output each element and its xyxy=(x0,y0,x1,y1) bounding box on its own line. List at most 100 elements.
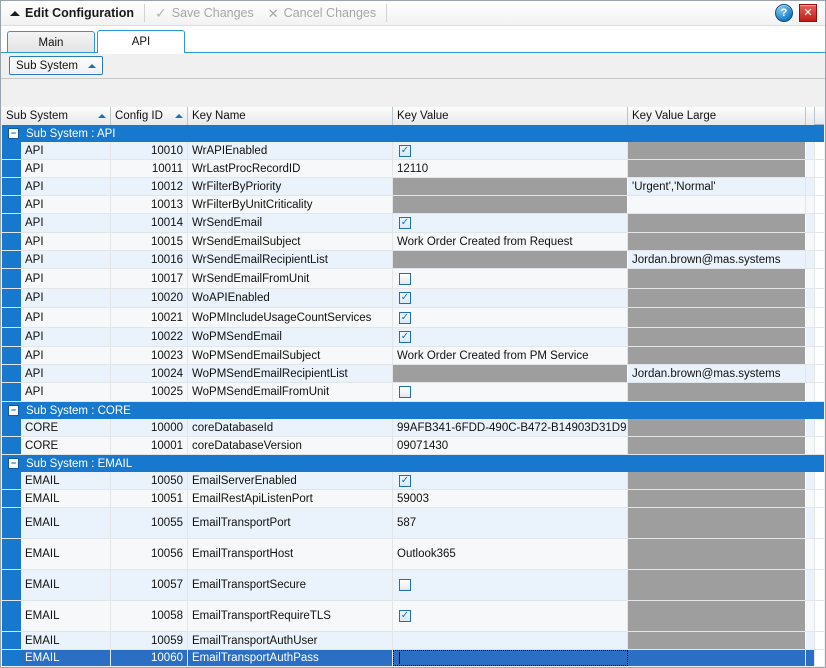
cell-key-name[interactable]: WrFilterByPriority xyxy=(188,178,393,195)
cell-sub-system[interactable]: API xyxy=(21,308,111,327)
cell-filler[interactable] xyxy=(806,347,815,364)
sort-ascending-icon[interactable] xyxy=(88,63,96,68)
cell-filler[interactable] xyxy=(806,601,815,631)
table-row[interactable]: API 10025 WoPMSendEmailFromUnit xyxy=(2,383,824,402)
collapse-expander-icon[interactable]: − xyxy=(8,458,19,469)
checkbox-checked-icon[interactable]: ✓ xyxy=(399,144,411,157)
cell-config-id[interactable]: 10015 xyxy=(111,233,188,250)
table-row[interactable]: API 10012 WrFilterByPriority 'Urgent','Norm… xyxy=(2,178,824,196)
sort-ascending-icon[interactable] xyxy=(175,114,183,118)
table-row[interactable]: API 10014 WrSendEmail ✓ xyxy=(2,214,824,233)
cell-key-name[interactable]: EmailTransportRequireTLS xyxy=(188,601,393,631)
cell-key-value-large[interactable]: Jordan.brown@mas.systems xyxy=(628,365,806,382)
column-header-key-name[interactable]: Key Name xyxy=(188,107,393,125)
cell-key-name[interactable]: WoPMSendEmailFromUnit xyxy=(188,383,393,401)
cell-key-value[interactable]: 59003 xyxy=(393,490,628,507)
table-row[interactable]: API 10024 WoPMSendEmailRecipientList Jordan… xyxy=(2,365,824,383)
table-row[interactable]: API 10023 WoPMSendEmailSubject Work Order C… xyxy=(2,347,824,365)
group-by-chip-sub-system[interactable]: Sub System xyxy=(9,56,103,75)
cell-config-id[interactable]: 10021 xyxy=(111,308,188,327)
checkbox-unchecked-icon[interactable] xyxy=(399,272,411,285)
table-row[interactable]: EMAIL 10057 EmailTransportSecure xyxy=(2,570,824,601)
cell-filler[interactable] xyxy=(806,419,815,436)
cell-config-id[interactable]: 10057 xyxy=(111,570,188,600)
cell-sub-system[interactable]: API xyxy=(21,178,111,195)
table-row[interactable]: EMAIL 10060 EmailTransportAuthPass xyxy=(2,650,824,666)
cell-config-id[interactable]: 10059 xyxy=(111,632,188,649)
table-row[interactable]: API 10017 WrSendEmailFromUnit xyxy=(2,269,824,289)
cell-config-id[interactable]: 10056 xyxy=(111,539,188,569)
cell-key-name[interactable]: coreDatabaseId xyxy=(188,419,393,436)
cell-key-value[interactable]: Work Order Created from PM Service xyxy=(393,347,628,364)
cell-config-id[interactable]: 10017 xyxy=(111,269,188,288)
cell-config-id[interactable]: 10010 xyxy=(111,142,188,159)
cell-config-id[interactable]: 10025 xyxy=(111,383,188,401)
table-row[interactable]: EMAIL 10058 EmailTransportRequireTLS ✓ xyxy=(2,601,824,632)
cell-sub-system[interactable]: CORE xyxy=(21,419,111,436)
cell-key-value-large[interactable] xyxy=(628,437,806,454)
cell-sub-system[interactable]: API xyxy=(21,142,111,159)
cell-sub-system[interactable]: API xyxy=(21,383,111,401)
column-header-config-id[interactable]: Config ID xyxy=(111,107,188,125)
cell-config-id[interactable]: 10060 xyxy=(111,650,188,666)
cell-key-name[interactable]: WrAPIEnabled xyxy=(188,142,393,159)
cell-sub-system[interactable]: EMAIL xyxy=(21,632,111,649)
cell-config-id[interactable]: 10023 xyxy=(111,347,188,364)
cell-filler[interactable] xyxy=(806,383,815,401)
cell-sub-system[interactable]: EMAIL xyxy=(21,508,111,538)
checkbox-unchecked-icon[interactable] xyxy=(399,386,411,398)
table-row[interactable]: API 10013 WrFilterByUnitCriticality xyxy=(2,196,824,214)
checkbox-checked-icon[interactable]: ✓ xyxy=(399,311,411,324)
checkbox-checked-icon[interactable]: ✓ xyxy=(399,610,411,622)
cell-sub-system[interactable]: EMAIL xyxy=(21,490,111,507)
cell-filler[interactable] xyxy=(806,308,815,327)
cell-key-value-large[interactable] xyxy=(628,328,806,346)
cell-sub-system[interactable]: API xyxy=(21,251,111,268)
cell-key-name[interactable]: WoPMIncludeUsageCountServices xyxy=(188,308,393,327)
cell-filler[interactable] xyxy=(806,233,815,250)
cell-config-id[interactable]: 10058 xyxy=(111,601,188,631)
cell-key-value-large[interactable] xyxy=(628,472,806,489)
collapse-expander-icon[interactable]: − xyxy=(8,405,19,416)
cell-config-id[interactable]: 10000 xyxy=(111,419,188,436)
cell-config-id[interactable]: 10051 xyxy=(111,490,188,507)
cell-key-value-large[interactable] xyxy=(628,308,806,327)
cell-key-value[interactable]: 99AFB341-6FDD-490C-B472-B14903D31D93 xyxy=(393,419,628,436)
cell-key-name[interactable]: WrSendEmailRecipientList xyxy=(188,251,393,268)
cell-key-name[interactable]: WoPMSendEmailSubject xyxy=(188,347,393,364)
cell-config-id[interactable]: 10013 xyxy=(111,196,188,213)
cell-key-name[interactable]: WrSendEmailFromUnit xyxy=(188,269,393,288)
cell-key-name[interactable]: EmailTransportPort xyxy=(188,508,393,538)
cell-key-value-large[interactable] xyxy=(628,383,806,401)
column-header-key-value[interactable]: Key Value xyxy=(393,107,628,125)
cell-key-value[interactable]: Outlook365 xyxy=(393,539,628,569)
cell-key-value-large[interactable] xyxy=(628,196,806,213)
table-row[interactable]: API 10021 WoPMIncludeUsageCountServices ✓ xyxy=(2,308,824,328)
cell-sub-system[interactable]: API xyxy=(21,233,111,250)
cell-config-id[interactable]: 10022 xyxy=(111,328,188,346)
cell-filler[interactable] xyxy=(806,196,815,213)
cell-sub-system[interactable]: EMAIL xyxy=(21,601,111,631)
cell-sub-system[interactable]: EMAIL xyxy=(21,539,111,569)
cell-key-value-large[interactable] xyxy=(628,490,806,507)
table-row[interactable]: EMAIL 10051 EmailRestApiListenPort 59003 xyxy=(2,490,824,508)
cell-sub-system[interactable]: API xyxy=(21,214,111,232)
cell-filler[interactable] xyxy=(806,570,815,600)
cancel-changes-button[interactable]: ✕ Cancel Changes xyxy=(261,2,383,25)
cell-key-name[interactable]: WrFilterByUnitCriticality xyxy=(188,196,393,213)
cell-key-value[interactable]: 12110 xyxy=(393,160,628,177)
cell-config-id[interactable]: 10055 xyxy=(111,508,188,538)
cell-key-name[interactable]: WoPMSendEmailRecipientList xyxy=(188,365,393,382)
cell-filler[interactable] xyxy=(806,437,815,454)
table-row[interactable]: CORE 10001 coreDatabaseVersion 09071430 xyxy=(2,437,824,455)
cell-filler[interactable] xyxy=(806,289,815,307)
cell-config-id[interactable]: 10020 xyxy=(111,289,188,307)
cell-filler[interactable] xyxy=(806,539,815,569)
close-icon[interactable]: ✕ xyxy=(799,4,817,22)
cell-config-id[interactable]: 10014 xyxy=(111,214,188,232)
cell-sub-system[interactable]: EMAIL xyxy=(21,570,111,600)
cell-config-id[interactable]: 10024 xyxy=(111,365,188,382)
cell-filler[interactable] xyxy=(806,269,815,288)
table-row[interactable]: API 10022 WoPMSendEmail ✓ xyxy=(2,328,824,347)
cell-key-value-large[interactable] xyxy=(628,269,806,288)
